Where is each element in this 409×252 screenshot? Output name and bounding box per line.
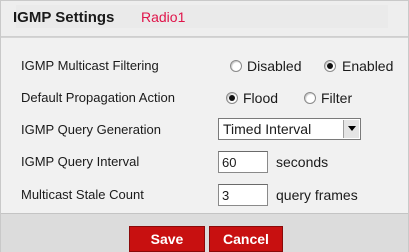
query-interval-label: IGMP Query Interval: [21, 154, 140, 169]
multicast-filtering-disabled-radio[interactable]: [230, 60, 242, 72]
igmp-settings-panel: IGMP Settings Radio1 IGMP Multicast Filt…: [0, 0, 409, 252]
save-button[interactable]: Save: [129, 226, 205, 252]
propagation-flood-radio[interactable]: [226, 92, 238, 104]
stale-count-label: Multicast Stale Count: [21, 187, 144, 202]
query-interval-unit: seconds: [276, 154, 329, 170]
page-title: IGMP Settings: [13, 9, 115, 26]
panel-header: IGMP Settings Radio1: [1, 1, 408, 37]
query-generation-value: Timed Interval: [223, 121, 312, 137]
multicast-filtering-enabled-label[interactable]: Enabled: [342, 58, 393, 74]
multicast-filtering-label: IGMP Multicast Filtering: [21, 58, 159, 73]
propagation-filter-label[interactable]: Filter: [321, 90, 352, 106]
propagation-filter-radio[interactable]: [304, 92, 316, 104]
cancel-button[interactable]: Cancel: [209, 226, 283, 252]
header-divider: [1, 37, 408, 38]
button-bar: Save Cancel: [1, 213, 408, 252]
query-interval-input[interactable]: 60: [218, 151, 268, 173]
radio-name: Radio1: [141, 9, 186, 25]
query-generation-select[interactable]: Timed Interval: [218, 118, 361, 140]
stale-count-unit: query frames: [276, 187, 358, 203]
multicast-filtering-enabled-radio[interactable]: [324, 60, 336, 72]
multicast-filtering-disabled-label[interactable]: Disabled: [247, 58, 301, 74]
dropdown-button[interactable]: [343, 120, 359, 138]
propagation-action-label: Default Propagation Action: [21, 90, 175, 105]
chevron-down-icon: [348, 126, 356, 131]
propagation-flood-label[interactable]: Flood: [243, 90, 278, 106]
query-generation-label: IGMP Query Generation: [21, 122, 161, 137]
stale-count-input[interactable]: 3: [218, 184, 268, 206]
